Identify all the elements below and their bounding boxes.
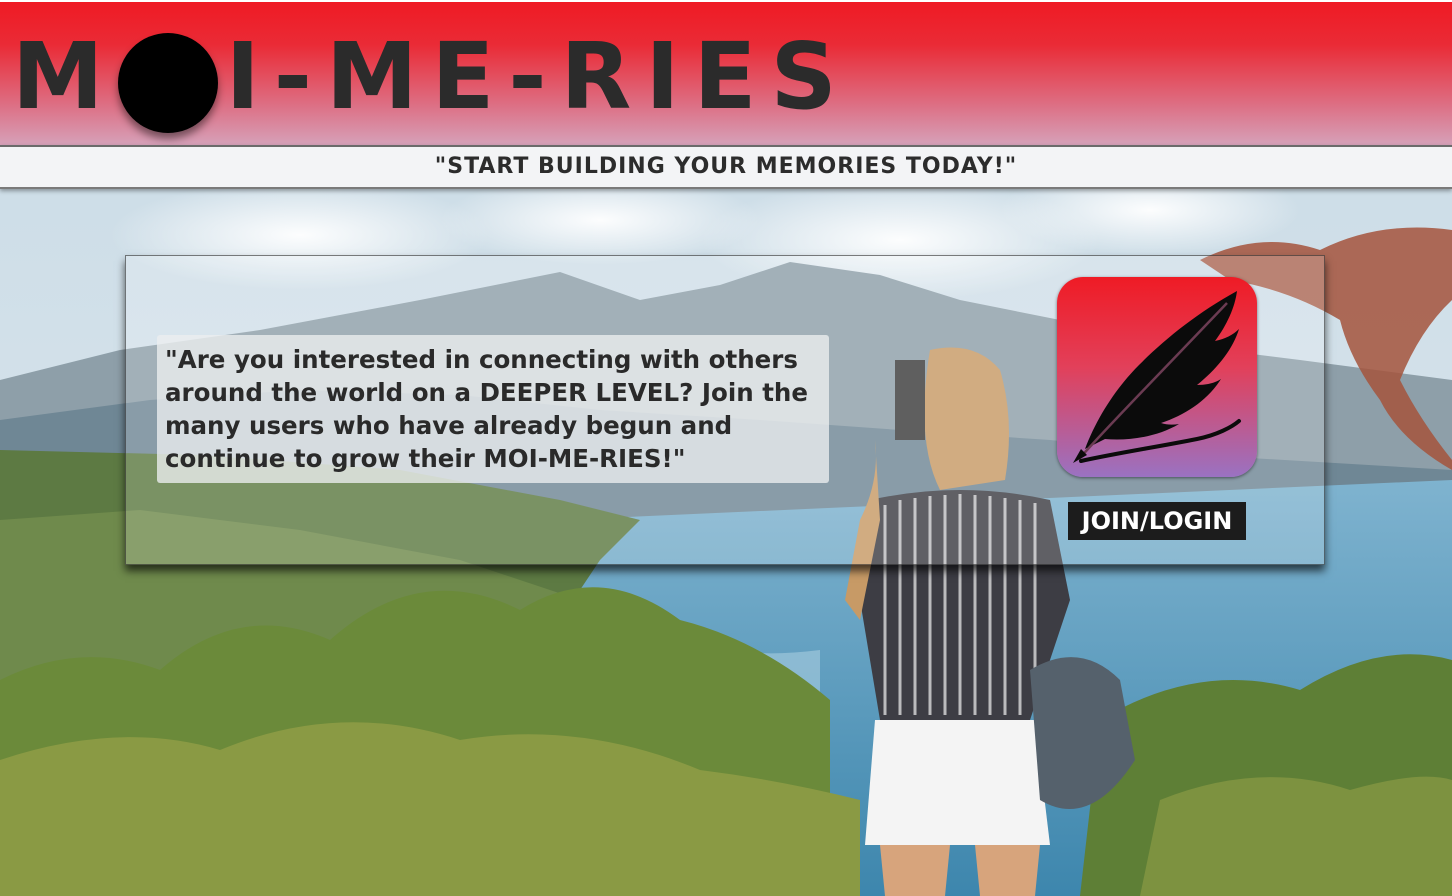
tagline-text: "START BUILDING YOUR MEMORIES TODAY!" <box>434 154 1018 179</box>
logo-text-prefix: M <box>12 23 118 130</box>
quill-feather-icon <box>1057 277 1257 477</box>
tagline-bar: "START BUILDING YOUR MEMORIES TODAY!" <box>0 145 1452 189</box>
logo-text-suffix: I-ME-RIES <box>225 23 851 130</box>
join-login-button[interactable]: JOIN/LOGIN <box>1068 502 1246 540</box>
landing-page: M I-ME-RIES "START BUILDING YOUR MEMORIE… <box>0 0 1452 896</box>
site-header: M I-ME-RIES <box>0 0 1452 145</box>
black-circle-logo-icon <box>117 33 218 133</box>
hero-description: "Are you interested in connecting with o… <box>165 345 808 473</box>
site-logo[interactable]: M I-ME-RIES <box>12 22 851 133</box>
hero-text-box: "Are you interested in connecting with o… <box>157 335 829 483</box>
